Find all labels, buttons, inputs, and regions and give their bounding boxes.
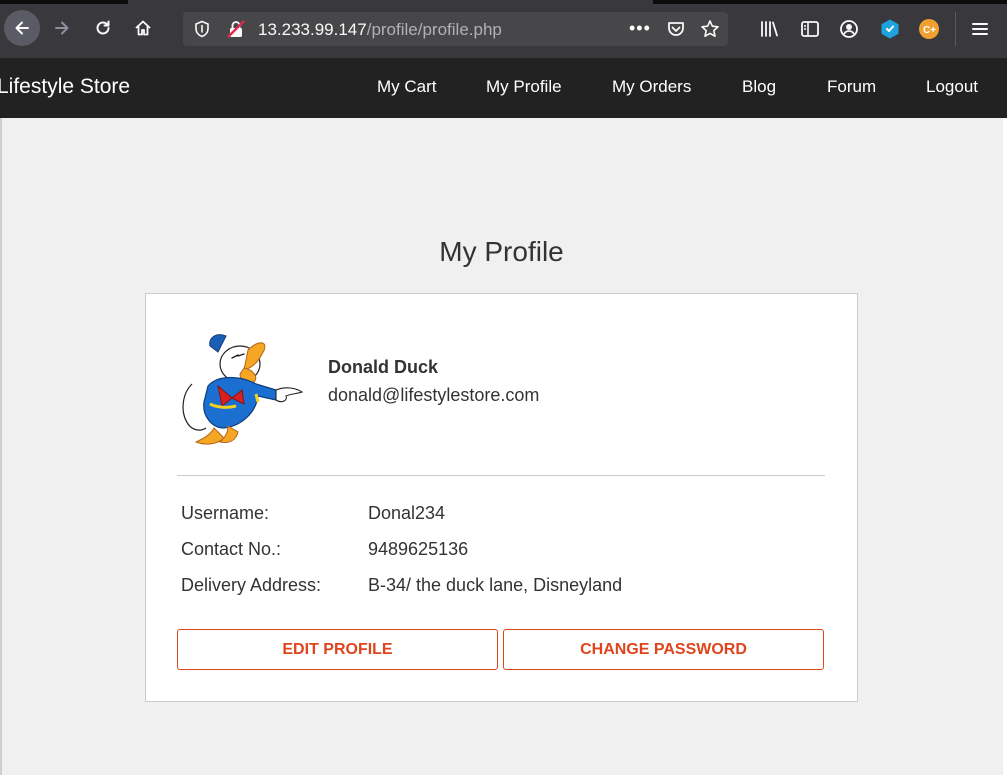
sidebar-button[interactable] bbox=[799, 18, 821, 40]
insecure-lock-icon[interactable] bbox=[226, 19, 246, 39]
extension-button[interactable] bbox=[879, 18, 901, 40]
avatar bbox=[182, 334, 304, 445]
toolbar-separator bbox=[955, 12, 956, 46]
account-icon bbox=[840, 20, 858, 38]
nav-my-cart[interactable]: My Cart bbox=[377, 77, 437, 97]
url-host: 13.233.99.147 bbox=[258, 20, 367, 39]
nav-blog[interactable]: Blog bbox=[742, 77, 776, 97]
nav-my-orders[interactable]: My Orders bbox=[612, 77, 691, 97]
page-actions-button[interactable]: ••• bbox=[629, 18, 651, 39]
extension-icon bbox=[881, 19, 899, 39]
url-text[interactable]: 13.233.99.147/profile/profile.php bbox=[258, 20, 502, 40]
address-value: B-34/ the duck lane, Disneyland bbox=[368, 575, 623, 595]
address-bar[interactable]: 13.233.99.147/profile/profile.php ••• bbox=[183, 12, 728, 46]
extension-c-icon: C+ bbox=[919, 19, 939, 39]
brand-logo[interactable]: Lifestyle Store bbox=[0, 75, 130, 99]
page-right-edge bbox=[1003, 118, 1007, 775]
page-title: My Profile bbox=[439, 236, 564, 267]
library-icon bbox=[761, 21, 778, 37]
back-arrow-icon bbox=[15, 21, 29, 35]
nav-logout[interactable]: Logout bbox=[926, 77, 978, 97]
user-email: donald@lifestylestore.com bbox=[328, 385, 540, 405]
url-path: /profile/profile.php bbox=[366, 20, 502, 39]
pocket-icon[interactable] bbox=[666, 19, 686, 39]
edit-profile-button[interactable]: EDIT PROFILE bbox=[177, 629, 498, 670]
contact-value: 9489625136 bbox=[368, 539, 469, 559]
reload-button[interactable] bbox=[85, 10, 121, 46]
star-icon[interactable] bbox=[700, 19, 720, 39]
tab-strip-edge bbox=[0, 0, 1007, 4]
change-password-button[interactable]: CHANGE PASSWORD bbox=[503, 629, 824, 670]
reload-icon bbox=[96, 20, 110, 35]
extension-c-button[interactable]: C+ bbox=[918, 18, 940, 40]
home-icon bbox=[135, 20, 151, 36]
username-value: Donal234 bbox=[368, 503, 446, 523]
browser-toolbar: 13.233.99.147/profile/profile.php ••• C+ bbox=[0, 0, 1007, 58]
menu-button[interactable] bbox=[969, 18, 991, 40]
home-button[interactable] bbox=[125, 10, 161, 46]
contact-label: Contact No.: bbox=[181, 539, 282, 559]
svg-text:C+: C+ bbox=[923, 25, 936, 36]
shield-icon[interactable] bbox=[193, 20, 211, 38]
forward-arrow-icon bbox=[55, 21, 69, 35]
username-label: Username: bbox=[181, 503, 270, 523]
forward-button[interactable] bbox=[44, 10, 80, 46]
sidebar-icon bbox=[801, 21, 819, 37]
page-left-edge bbox=[0, 118, 2, 775]
nav-my-profile[interactable]: My Profile bbox=[486, 77, 562, 97]
active-tab-indicator bbox=[128, 0, 653, 4]
site-navbar: Lifestyle Store My Cart My Profile My Or… bbox=[0, 58, 1007, 118]
back-button[interactable] bbox=[4, 10, 40, 46]
profile-card: Donald Duck donald@lifestylestore.com Us… bbox=[145, 293, 858, 702]
address-label: Delivery Address: bbox=[181, 575, 322, 595]
nav-forum[interactable]: Forum bbox=[827, 77, 876, 97]
user-name: Donald Duck bbox=[328, 357, 439, 377]
library-button[interactable] bbox=[758, 18, 780, 40]
account-button[interactable] bbox=[838, 18, 860, 40]
card-divider bbox=[177, 475, 825, 476]
hamburger-menu-icon bbox=[972, 23, 988, 35]
